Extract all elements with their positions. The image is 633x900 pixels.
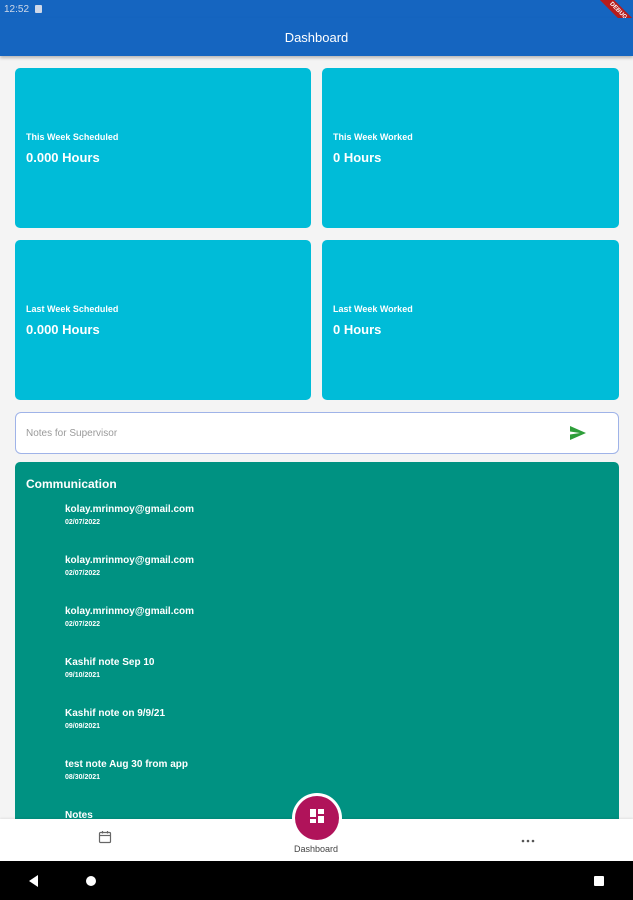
back-icon[interactable]: [26, 873, 42, 889]
communication-title: Communication: [26, 477, 117, 491]
status-bar: 12:52: [0, 0, 633, 18]
note-date: 09/09/2021: [65, 723, 101, 730]
card-title: Last Week Scheduled: [26, 304, 119, 314]
note-title: kolay.mrinmoy@gmail.com: [65, 555, 195, 566]
card-value: 0.000 Hours: [26, 150, 100, 165]
card-value: 0 Hours: [333, 150, 382, 165]
card-value: 0.000 Hours: [26, 322, 100, 337]
more-horizontal-icon: [521, 830, 535, 848]
list-item[interactable]: test note Aug 30 from app 08/30/2021: [65, 759, 194, 810]
dashboard-icon: [310, 808, 324, 828]
calendar-icon: [98, 830, 112, 849]
list-item[interactable]: kolay.mrinmoy@gmail.com 02/07/2022: [65, 555, 194, 606]
dashboard-nav-label[interactable]: Dashboard: [266, 844, 366, 854]
system-navigation-bar: [0, 861, 633, 900]
fab-circle: [295, 796, 339, 840]
communication-panel: Communication kolay.mrinmoy@gmail.com 02…: [15, 462, 619, 820]
card-this-week-scheduled[interactable]: This Week Scheduled 0.000 Hours: [15, 68, 311, 228]
card-title: This Week Worked: [333, 132, 413, 142]
note-title: kolay.mrinmoy@gmail.com: [65, 504, 195, 515]
card-title: Last Week Worked: [333, 304, 413, 314]
list-item[interactable]: Kashif note Sep 10 09/10/2021: [65, 657, 194, 708]
note-date: 02/07/2022: [65, 621, 101, 628]
more-nav-button[interactable]: [513, 827, 543, 851]
note-date: 08/30/2021: [65, 774, 101, 781]
sim-card-icon: [35, 5, 43, 13]
status-time: 12:52: [4, 3, 30, 15]
calendar-nav-button[interactable]: [90, 827, 120, 851]
card-this-week-worked[interactable]: This Week Worked 0 Hours: [322, 68, 619, 228]
list-item[interactable]: Kashif note on 9/9/21 09/09/2021: [65, 708, 194, 759]
recents-icon[interactable]: [591, 873, 607, 889]
communication-list: kolay.mrinmoy@gmail.com 02/07/2022 kolay…: [65, 504, 194, 820]
list-item[interactable]: kolay.mrinmoy@gmail.com 02/07/2022: [65, 504, 194, 555]
dashboard-fab-button[interactable]: [292, 793, 342, 843]
note-title: kolay.mrinmoy@gmail.com: [65, 606, 195, 617]
note-title: Kashif note Sep 10: [65, 657, 155, 668]
send-icon[interactable]: [568, 423, 588, 443]
home-icon[interactable]: [83, 873, 99, 889]
note-title: Kashif note on 9/9/21: [65, 708, 166, 719]
note-date: 02/07/2022: [65, 519, 101, 526]
note-date: 02/07/2022: [65, 570, 101, 577]
notes-for-supervisor-input[interactable]: [26, 427, 568, 439]
list-item[interactable]: kolay.mrinmoy@gmail.com 02/07/2022: [65, 606, 194, 657]
card-value: 0 Hours: [333, 322, 382, 337]
app-bar: Dashboard: [0, 18, 633, 56]
notes-field-container: [15, 412, 619, 454]
page-title: Dashboard: [284, 29, 349, 45]
note-date: 09/10/2021: [65, 672, 101, 679]
card-last-week-worked[interactable]: Last Week Worked 0 Hours: [322, 240, 619, 400]
note-title: test note Aug 30 from app: [65, 759, 188, 770]
card-last-week-scheduled[interactable]: Last Week Scheduled 0.000 Hours: [15, 240, 311, 400]
card-title: This Week Scheduled: [26, 132, 119, 142]
